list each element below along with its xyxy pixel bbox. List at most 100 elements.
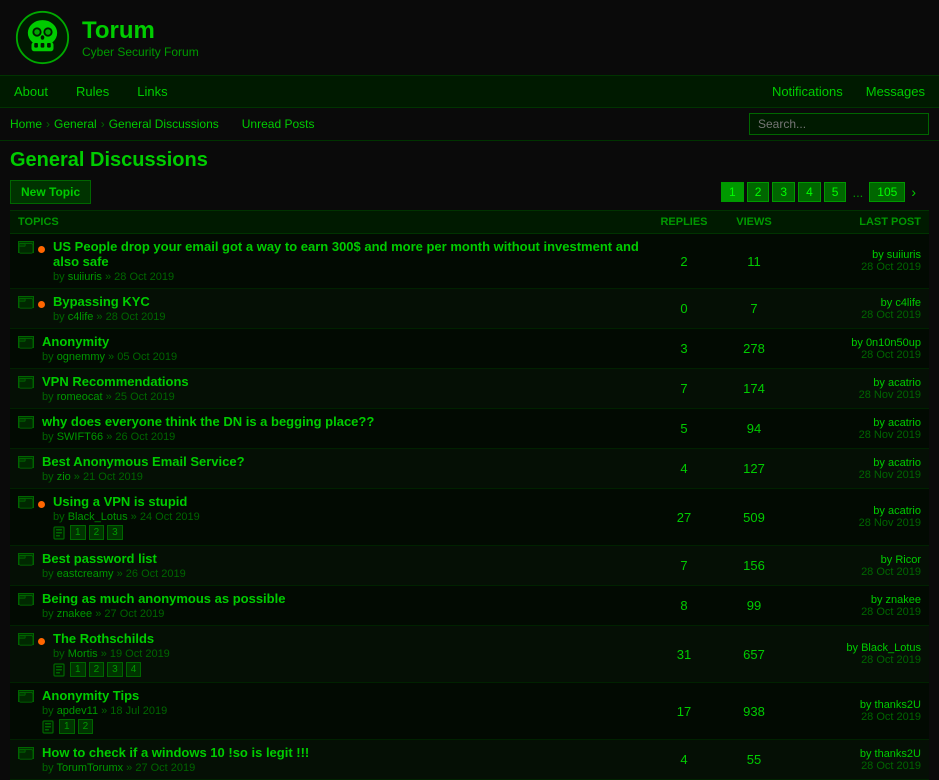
col-header-replies: REPLIES	[649, 211, 719, 234]
topic-title[interactable]: Anonymity Tips	[42, 688, 641, 703]
breadcrumb-home[interactable]: Home	[10, 117, 42, 131]
lastpost-user: by thanks2U	[860, 748, 921, 760]
topic-author[interactable]: znakee	[57, 608, 92, 620]
lastpost-user: by acatrio	[873, 505, 921, 517]
replies-cell: 7	[649, 369, 719, 409]
site-subtitle: Cyber Security Forum	[82, 45, 199, 59]
lastpost-author[interactable]: thanks2U	[875, 748, 921, 760]
lastpost-user: by acatrio	[873, 457, 921, 469]
lastpost-date: 28 Nov 2019	[859, 429, 921, 441]
mini-page-btn[interactable]: 1	[70, 525, 86, 540]
mini-page-btn[interactable]: 2	[89, 662, 105, 677]
topic-author[interactable]: Mortis	[68, 648, 98, 660]
topic-author[interactable]: eastcreamy	[57, 568, 114, 580]
nav-links[interactable]: Links	[133, 80, 171, 103]
views-cell: 278	[719, 329, 789, 369]
topic-title[interactable]: US People drop your email got a way to e…	[53, 239, 641, 269]
lastpost-author[interactable]: c4life	[895, 297, 921, 309]
lastpost-date: 28 Oct 2019	[861, 349, 921, 361]
topic-cell-9: The Rothschilds by Mortis » 19 Oct 2019 …	[10, 626, 649, 683]
mini-page-btn[interactable]: 3	[107, 662, 123, 677]
new-topic-button[interactable]: New Topic	[10, 180, 91, 204]
page-105-btn[interactable]: 105	[869, 182, 905, 202]
lastpost-author[interactable]: znakee	[886, 594, 921, 606]
topic-meta: by ognemmy » 05 Oct 2019	[42, 351, 641, 363]
mini-page-btn[interactable]: 1	[59, 719, 75, 734]
page-5-btn[interactable]: 5	[824, 182, 847, 202]
topic-author[interactable]: ognemmy	[57, 351, 105, 363]
page-next-arrow[interactable]: ›	[908, 182, 919, 202]
page-1-btn[interactable]: 1	[721, 182, 744, 202]
topic-cell-6: Using a VPN is stupid by Black_Lotus » 2…	[10, 489, 649, 546]
folder-icon	[18, 376, 34, 388]
nav-about[interactable]: About	[10, 80, 52, 103]
topic-title[interactable]: Being as much anonymous as possible	[42, 591, 641, 606]
lastpost-date: 28 Nov 2019	[859, 469, 921, 481]
topic-title[interactable]: Best password list	[42, 551, 641, 566]
breadcrumb-sep1: ›	[46, 117, 50, 131]
lastpost-date: 28 Oct 2019	[861, 309, 921, 321]
page-4-btn[interactable]: 4	[798, 182, 821, 202]
topic-title[interactable]: Best Anonymous Email Service?	[42, 454, 641, 469]
topic-title[interactable]: The Rothschilds	[53, 631, 641, 646]
topic-author[interactable]: suiiuris	[68, 271, 102, 283]
lastpost-author[interactable]: acatrio	[888, 417, 921, 429]
nav-notifications[interactable]: Notifications	[768, 80, 847, 103]
lastpost-user: by 0n10n50up	[851, 337, 921, 349]
lastpost-cell: by acatrio28 Nov 2019	[789, 369, 929, 409]
topic-author[interactable]: c4life	[68, 311, 94, 323]
topic-meta: by Mortis » 19 Oct 2019	[53, 648, 641, 660]
lastpost-cell: by 0n10n50up28 Oct 2019	[789, 329, 929, 369]
topic-meta: by zio » 21 Oct 2019	[42, 471, 641, 483]
topic-author[interactable]: Black_Lotus	[68, 511, 128, 523]
page-3-btn[interactable]: 3	[772, 182, 795, 202]
mini-page-btn[interactable]: 2	[78, 719, 94, 734]
topic-author[interactable]: apdev11	[57, 705, 98, 717]
topic-title[interactable]: VPN Recommendations	[42, 374, 641, 389]
topic-author[interactable]: romeocat	[57, 391, 103, 403]
lastpost-author[interactable]: suiiuris	[887, 249, 921, 261]
topic-content: VPN Recommendations by romeocat » 25 Oct…	[42, 374, 641, 403]
search-input[interactable]	[749, 113, 929, 135]
topics-tbody: US People drop your email got a way to e…	[10, 234, 929, 780]
views-cell: 11	[719, 234, 789, 289]
breadcrumb-section[interactable]: General Discussions	[109, 117, 219, 131]
lastpost-author[interactable]: acatrio	[888, 457, 921, 469]
folder-icon	[18, 496, 34, 508]
mini-page-btn[interactable]: 2	[89, 525, 105, 540]
nav-messages[interactable]: Messages	[862, 80, 929, 103]
table-row: Bypassing KYC by c4life » 28 Oct 2019 07…	[10, 289, 929, 329]
mini-page-btn[interactable]: 1	[70, 662, 86, 677]
lastpost-author[interactable]: Ricor	[895, 554, 921, 566]
breadcrumb-general[interactable]: General	[54, 117, 97, 131]
lastpost-author[interactable]: thanks2U	[875, 699, 921, 711]
lastpost-user: by Black_Lotus	[846, 642, 921, 654]
topic-meta: by romeocat » 25 Oct 2019	[42, 391, 641, 403]
replies-cell: 7	[649, 546, 719, 586]
hot-indicator	[38, 246, 45, 253]
breadcrumb: Home › General › General Discussions Unr…	[10, 117, 314, 131]
col-header-lastpost: LAST POST	[789, 211, 929, 234]
page-title: General Discussions	[10, 149, 929, 172]
mini-page-btn[interactable]: 3	[107, 525, 123, 540]
topic-author[interactable]: zio	[57, 471, 71, 483]
topic-title[interactable]: Bypassing KYC	[53, 294, 641, 309]
page-2-btn[interactable]: 2	[747, 182, 770, 202]
topic-title[interactable]: How to check if a windows 10 !so is legi…	[42, 745, 641, 760]
lastpost-author[interactable]: Black_Lotus	[861, 642, 921, 654]
topic-author[interactable]: SWIFT66	[57, 431, 103, 443]
topic-title[interactable]: Using a VPN is stupid	[53, 494, 641, 509]
views-cell: 174	[719, 369, 789, 409]
topic-title[interactable]: Anonymity	[42, 334, 641, 349]
lastpost-user: by znakee	[871, 594, 921, 606]
mini-page-btn[interactable]: 4	[126, 662, 142, 677]
lastpost-author[interactable]: acatrio	[888, 505, 921, 517]
lastpost-date: 28 Oct 2019	[861, 760, 921, 772]
breadcrumb-unread[interactable]: Unread Posts	[242, 117, 315, 131]
lastpost-author[interactable]: acatrio	[888, 377, 921, 389]
topic-author[interactable]: TorumTorumx	[56, 762, 123, 774]
topic-title[interactable]: why does everyone think the DN is a begg…	[42, 414, 641, 429]
topics-table: TOPICS REPLIES VIEWS LAST POST US People…	[10, 210, 929, 780]
lastpost-author[interactable]: 0n10n50up	[866, 337, 921, 349]
nav-rules[interactable]: Rules	[72, 80, 113, 103]
